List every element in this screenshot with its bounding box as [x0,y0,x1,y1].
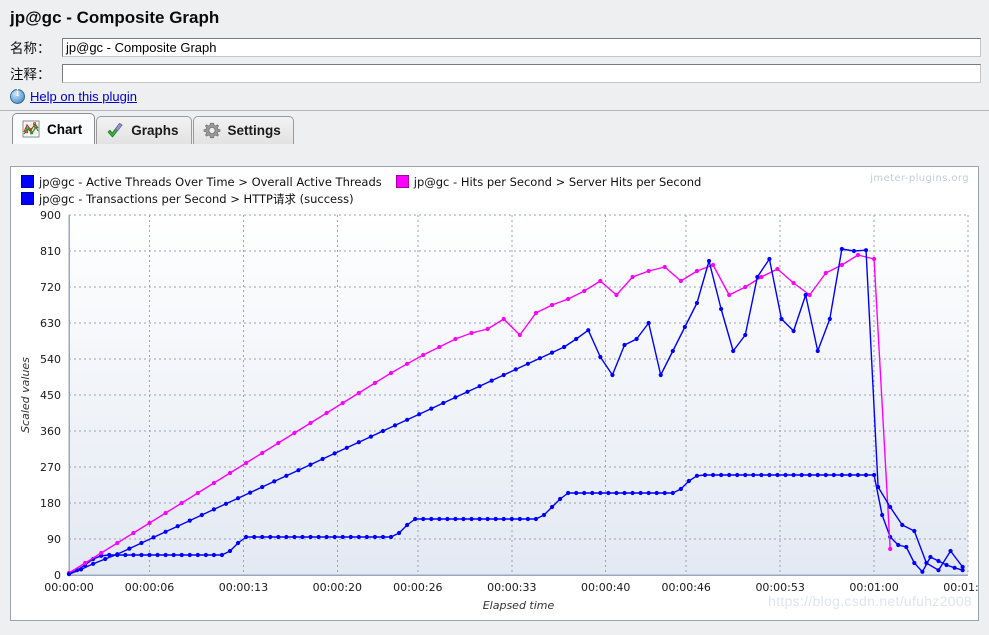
legend-swatch-active-threads [21,175,34,188]
svg-text:00:00:13: 00:00:13 [219,581,268,594]
composite-graph-plot: 09018027036045054063072081090000:00:00 00… [19,209,978,611]
legend-swatch-transactions-per-second [21,192,34,205]
svg-text:00:00:26: 00:00:26 [393,581,442,594]
svg-text:00:00:40: 00:00:40 [581,581,630,594]
svg-text:540: 540 [40,353,61,366]
page-title: jp@gc - Composite Graph [10,8,220,27]
svg-text:00:00:33: 00:00:33 [487,581,536,594]
svg-text:00:00:06: 00:00:06 [125,581,174,594]
brandmark: jmeter-plugins.org [870,173,969,184]
comment-label: 注释： [10,67,51,83]
tab-chart-label: Chart [47,121,83,137]
svg-text:00:00:20: 00:00:20 [313,581,362,594]
chart-legend: jmeter-plugins.org jp@gc - Active Thread… [11,167,978,209]
chart-panel: jmeter-plugins.org jp@gc - Active Thread… [10,166,979,621]
tab-graphs[interactable]: Graphs [96,116,192,144]
name-input[interactable]: jp@gc - Composite Graph [62,37,981,57]
svg-text:00:00:46: 00:00:46 [662,581,711,594]
legend-row-1: jp@gc - Active Threads Over Time > Overa… [21,173,970,190]
legend-item-active-threads[interactable]: jp@gc - Active Threads Over Time > Overa… [21,175,382,189]
legend-item-hits-per-second[interactable]: jp@gc - Hits per Second > Server Hits pe… [395,174,702,189]
info-icon [10,88,25,104]
gear-icon [203,122,220,138]
svg-text:00:00:00: 00:00:00 [44,581,93,594]
legend-label-transactions-per-second: jp@gc - Transactions per Second > HTTP请求… [39,191,354,206]
svg-text:810: 810 [40,245,61,258]
svg-text:Elapsed time: Elapsed time [483,599,555,611]
tab-settings-label: Settings [227,123,281,138]
legend-swatch-hits-per-second [395,175,409,188]
svg-text:90: 90 [47,533,61,546]
tab-settings[interactable]: Settings [192,116,294,144]
legend-item-transactions-per-second[interactable]: jp@gc - Transactions per Second > HTTP请求… [21,191,354,207]
checkmark-icon [107,122,123,137]
watermark: https://blog.csdn.net/ufuhz2008 [768,593,972,609]
svg-text:180: 180 [40,497,61,510]
legend-row-2: jp@gc - Transactions per Second > HTTP请求… [21,190,970,207]
svg-text:900: 900 [40,209,61,222]
comment-input[interactable] [62,63,981,83]
tab-chart[interactable]: Chart [12,113,96,144]
svg-text:630: 630 [40,317,61,330]
legend-label-hits-per-second: jp@gc - Hits per Second > Server Hits pe… [413,174,702,189]
svg-text:360: 360 [40,425,61,438]
svg-text:270: 270 [40,461,61,474]
svg-text:Scaled values: Scaled values [19,357,32,433]
tab-graphs-label: Graphs [131,123,179,138]
composite-graph-window: jp@gc - Composite Graph 名称： jp@gc - Comp… [0,0,989,635]
tab-bar: Chart Graphs Settings [0,111,989,144]
name-label: 名称： [10,41,51,57]
svg-text:720: 720 [40,281,61,294]
chart-icon [22,120,40,138]
svg-text:450: 450 [40,389,61,402]
plot-area: 0 90 180 270 360 450 540 630 720 810 900 00:00:00 00… [11,209,978,611]
comment-field-row: 注释： [0,60,989,86]
help-row: Help on this plugin [0,86,989,108]
legend-label-active-threads: jp@gc - Active Threads Over Time > Overa… [39,174,382,189]
name-field-row: 名称： jp@gc - Composite Graph [0,34,989,60]
help-on-this-plugin-link[interactable]: Help on this plugin [30,89,137,104]
title-bar: jp@gc - Composite Graph [0,0,989,34]
